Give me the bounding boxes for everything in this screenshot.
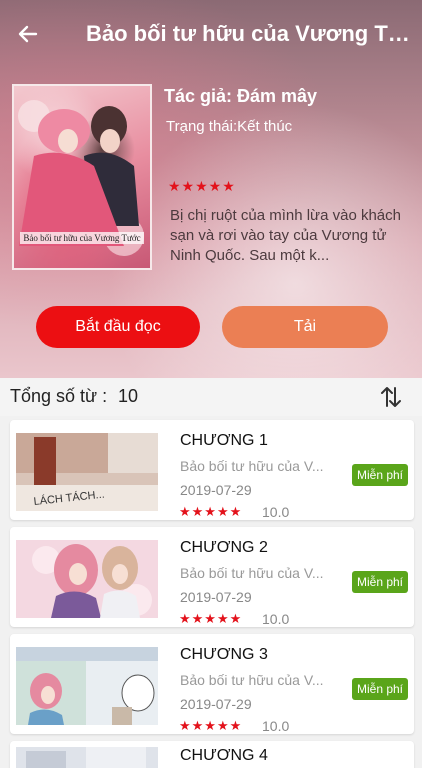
book-cover: Bảo bối tư hữu của Vương Tước (12, 84, 152, 270)
count-label: Tổng số từ : (10, 386, 108, 406)
chapter-score: 10.0 (262, 504, 290, 520)
chapter-thumbnail: LÁCH TÁCH... (16, 433, 158, 511)
chapter-rating-stars: ★★★★★ (179, 504, 243, 519)
chapter-score: 10.0 (262, 718, 290, 734)
free-badge: Miễn phí (352, 571, 408, 593)
download-button[interactable]: Tải (222, 306, 388, 348)
chapter-subtitle: Bảo bối tư hữu của V... (180, 565, 324, 581)
cover-caption: Bảo bối tư hữu của Vương Tước (20, 232, 144, 244)
chapter-row[interactable]: CHƯƠNG 3 Bảo bối tư hữu của V... 2019-07… (10, 634, 414, 734)
chapter-thumbnail (16, 540, 158, 618)
chapter-count-row: Tổng số từ : 10 (0, 378, 422, 416)
start-reading-button[interactable]: Bắt đầu đọc (36, 306, 200, 348)
book-hero: Bảo bối tư hữu của Vương Tư... Bảo bối t… (0, 0, 422, 378)
chapter-thumbnail (16, 647, 158, 725)
chapter-row[interactable]: LÁCH TÁCH... CHƯƠNG 1 Bảo bối tư hữu của… (10, 420, 414, 520)
author-label: Tác giả: Đám mây (164, 86, 318, 106)
chapter-row[interactable]: CHƯƠNG 2 Bảo bối tư hữu của V... 2019-07… (10, 527, 414, 627)
chapter-title: CHƯƠNG 4 (180, 747, 268, 764)
page-title: Bảo bối tư hữu của Vương Tư... (86, 21, 412, 46)
top-bar: Bảo bối tư hữu của Vương Tư... (0, 0, 422, 68)
chapter-date: 2019-07-29 (180, 589, 252, 605)
chapter-row[interactable]: CHƯƠNG 4 (10, 741, 414, 768)
back-button[interactable] (0, 0, 56, 68)
chapter-title: CHƯƠNG 1 (180, 432, 268, 449)
sort-arrows-icon[interactable] (378, 384, 404, 410)
chapter-rating-stars: ★★★★★ (179, 718, 243, 733)
chapter-thumbnail (16, 747, 158, 768)
arrow-left-icon (18, 25, 38, 43)
chapter-subtitle: Bảo bối tư hữu của V... (180, 458, 324, 474)
chapter-title: CHƯƠNG 2 (180, 539, 268, 556)
chapter-title: CHƯƠNG 3 (180, 646, 268, 663)
chapter-score: 10.0 (262, 611, 290, 627)
free-badge: Miễn phí (352, 464, 408, 486)
status-label: Trạng thái:Kết thúc (166, 118, 293, 135)
chapter-rating-stars: ★★★★★ (179, 611, 243, 626)
chapter-date: 2019-07-29 (180, 482, 252, 498)
chapter-date: 2019-07-29 (180, 696, 252, 712)
book-rating-stars: ★★★★★ (168, 178, 236, 194)
free-badge: Miễn phí (352, 678, 408, 700)
book-description: Bị chị ruột của mình lừa vào khách sạn v… (170, 207, 401, 264)
count-value: 10 (118, 386, 139, 406)
chapter-subtitle: Bảo bối tư hữu của V... (180, 672, 324, 688)
